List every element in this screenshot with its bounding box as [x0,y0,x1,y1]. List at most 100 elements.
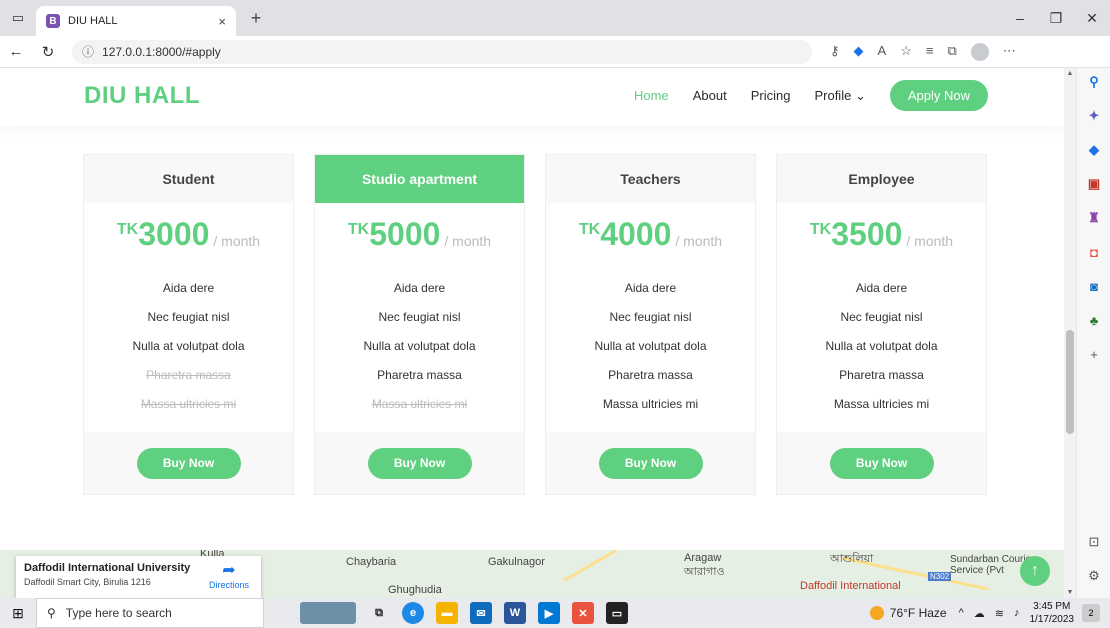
notification-icon[interactable]: 2 [1082,604,1100,622]
copilot-icon[interactable]: ✦ [1086,108,1102,124]
map-label: N302 [928,572,952,581]
directions-link[interactable]: ➦ Directions [209,560,249,590]
terminal-icon[interactable]: ▭ [606,602,628,624]
refresh-icon[interactable]: ↻ [32,43,64,61]
landscape-widget-icon[interactable] [300,602,356,624]
taskbar-clock[interactable]: 3:45 PM 1/17/2023 [1030,600,1075,626]
feature-list: Aida dere Nec feugiat nisl Nulla at volu… [546,273,755,422]
price-amount: 3500 [831,216,903,252]
feature-item: Aida dere [855,281,908,295]
edge-icon[interactable]: e [402,602,424,624]
word-icon[interactable]: W [504,602,526,624]
sidebar-toggle-icon[interactable]: ⊡ [1086,534,1102,550]
back-to-top-button[interactable]: ↑ [1020,556,1050,586]
favorite-add-icon[interactable]: ☆ [900,43,912,61]
main-nav: Home About Pricing Profile ⌄ Apply Now [634,80,988,111]
restore-icon[interactable]: ❐ [1038,10,1074,27]
map-label: Chaybaria [346,556,397,568]
xampp-icon[interactable]: ✕ [572,602,594,624]
chevron-up-icon[interactable]: ^ [959,607,964,619]
nav-home[interactable]: Home [634,88,669,103]
card-footer: Buy Now [315,432,524,494]
network-icon[interactable]: ≋ [995,607,1004,620]
windows-taskbar: ⊞ ⚲ Type here to search ⧉ e ▬ ✉ W ▶ ✕ ▭ … [0,598,1110,628]
task-view-icon[interactable]: ⧉ [368,602,390,624]
file-explorer-icon[interactable]: ▬ [436,602,458,624]
read-aloud-icon[interactable]: A [878,43,887,61]
scroll-up-icon[interactable]: ▲ [1064,70,1076,77]
collections-icon[interactable]: ⧉ [947,43,956,61]
search-icon[interactable]: ⚲ [1086,74,1102,90]
tools-icon[interactable]: ▣ [1086,176,1102,192]
more-icon[interactable]: ⋯ [1003,43,1016,61]
address-bar[interactable]: ⓘ 127.0.0.1:8000/#apply [72,39,812,64]
profile-avatar[interactable] [970,42,989,61]
site-header: DIU HALL Home About Pricing Profile ⌄ Ap… [0,68,1064,126]
pricing-card-student: Student TK 3000 / month Aida dere Nec fe… [83,154,294,495]
tab-actions-icon[interactable]: ▭ [0,10,36,26]
tab-close-icon[interactable]: × [218,14,226,29]
search-icon: ⚲ [47,606,56,620]
feature-item: Pharetra massa [377,368,462,382]
plan-name: Student [84,155,293,203]
settings-icon[interactable]: ⚙ [1086,568,1102,584]
minimize-icon[interactable]: – [1002,10,1038,27]
games-icon[interactable]: ♜ [1086,210,1102,226]
price-period: / month [444,233,492,249]
tag-icon[interactable]: ◆ [854,43,864,61]
buy-now-button[interactable]: Buy Now [829,447,934,479]
plan-price: TK 3500 / month [777,203,986,273]
directions-label: Directions [208,580,249,590]
feature-item: Pharetra massa [608,368,693,382]
taskbar-search[interactable]: ⚲ Type here to search [36,598,264,628]
apply-now-button[interactable]: Apply Now [889,80,988,111]
onedrive-icon[interactable]: ☁ [974,607,985,620]
mail-icon[interactable]: ✉ [470,602,492,624]
outlook-icon[interactable]: ◙ [1086,278,1102,294]
add-icon[interactable]: + [1086,346,1102,362]
map-place-card[interactable]: Daffodil International University Daffod… [16,556,261,598]
site-logo[interactable]: DIU HALL [84,82,200,110]
close-window-icon[interactable]: ✕ [1074,10,1110,27]
browser-titlebar: ▭ B DIU HALL × + – ❐ ✕ [0,0,1110,36]
nav-about[interactable]: About [693,88,727,103]
page-viewport: DIU HALL Home About Pricing Profile ⌄ Ap… [0,68,1076,598]
favorites-icon[interactable]: ≡ [926,43,934,61]
weather-icon [869,606,884,620]
key-icon[interactable]: ⚷ [830,43,840,61]
browser-tab[interactable]: B DIU HALL × [36,6,236,36]
info-icon[interactable]: ⓘ [82,43,94,60]
vscode-icon[interactable]: ▶ [538,602,560,624]
new-tab-button[interactable]: + [242,8,270,29]
office-icon[interactable]: ◘ [1086,244,1102,260]
taskbar-search-placeholder: Type here to search [65,606,172,620]
scroll-thumb[interactable] [1066,330,1074,434]
volume-icon[interactable]: ♪ [1014,607,1020,619]
tree-icon[interactable]: ♣ [1086,312,1102,328]
embedded-map[interactable]: Kulla Chaybaria Gakulnagor Ghughudia Ara… [0,550,1064,598]
back-arrow-icon[interactable]: ← [0,43,32,60]
feature-item: Nulla at volutpat dola [825,339,938,353]
currency: TK [116,221,139,238]
feature-item: Nec feugiat nisl [147,310,230,324]
nav-profile[interactable]: Profile ⌄ [814,88,865,104]
nav-pricing[interactable]: Pricing [751,88,791,103]
directions-icon: ➦ [222,562,236,579]
feature-item: Pharetra massa [839,368,924,382]
shopping-icon[interactable]: ◆ [1086,142,1102,158]
chevron-down-icon: ⌄ [854,87,866,103]
nav-profile-label: Profile [814,87,852,103]
weather-widget[interactable]: 76°F Haze [869,606,947,620]
pricing-card-studio: Studio apartment TK 5000 / month Aida de… [314,154,525,495]
plan-name: Teachers [546,155,755,203]
buy-now-button[interactable]: Buy Now [136,447,241,479]
page-scrollbar[interactable]: ▲ ▼ [1064,68,1076,598]
plan-price: TK 4000 / month [546,203,755,273]
buy-now-button[interactable]: Buy Now [367,447,472,479]
scroll-down-icon[interactable]: ▼ [1064,589,1076,596]
windows-start-icon[interactable]: ⊞ [0,605,36,622]
plan-name: Employee [777,155,986,203]
browser-toolbar: ← ↻ ⓘ 127.0.0.1:8000/#apply ⚷ ◆ A ☆ ≡ ⧉ … [0,36,1110,68]
price-period: / month [675,233,723,249]
buy-now-button[interactable]: Buy Now [598,447,703,479]
